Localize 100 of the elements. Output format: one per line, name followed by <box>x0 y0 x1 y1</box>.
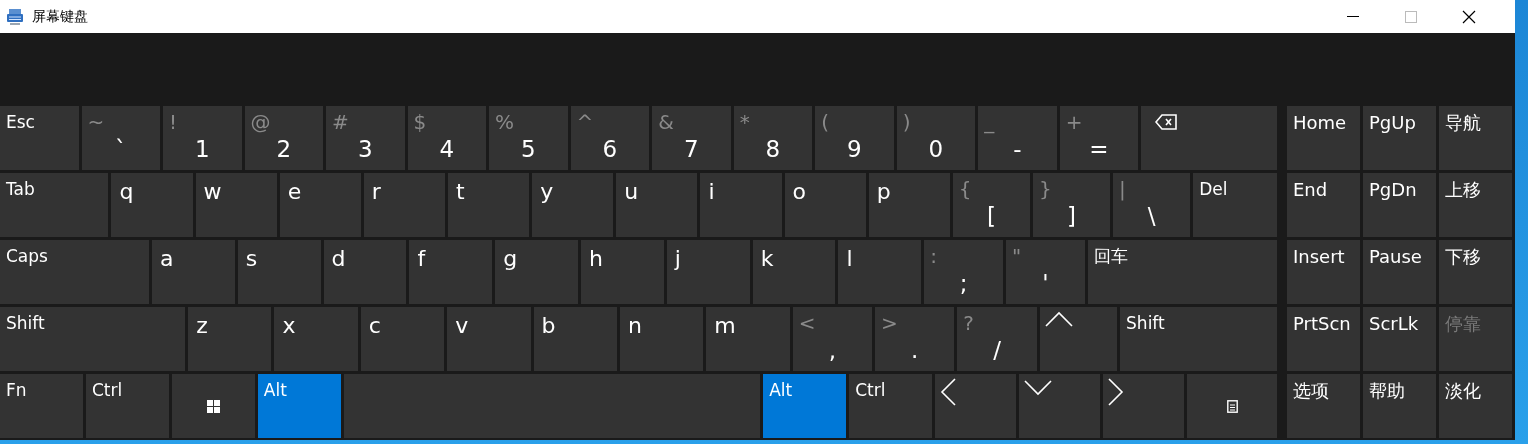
key[interactable]: d <box>323 240 407 304</box>
key[interactable]: j <box>666 240 750 304</box>
key[interactable]: Home <box>1287 106 1360 170</box>
backspace-key[interactable] <box>1141 106 1277 170</box>
key[interactable]: Ctrl <box>85 374 169 438</box>
windows-logo-icon <box>206 399 220 413</box>
key[interactable]: Del <box>1193 173 1277 237</box>
space-key[interactable] <box>343 374 761 438</box>
key[interactable]: 下移 <box>1439 240 1512 304</box>
key[interactable]: 回车 <box>1087 240 1277 304</box>
key-symbol: 2 <box>275 136 293 164</box>
key[interactable]: $ 4 <box>407 106 487 170</box>
menu-key[interactable] <box>1187 374 1278 438</box>
key[interactable]: Ctrl <box>849 374 933 438</box>
shift-symbol: @ <box>250 110 271 134</box>
key[interactable]: % 5 <box>489 106 568 170</box>
shift-symbol: $ <box>413 110 427 134</box>
key[interactable]: p <box>868 173 950 237</box>
key[interactable]: { [ <box>952 173 1030 237</box>
key[interactable]: 导航 <box>1439 106 1512 170</box>
key[interactable]: f <box>409 240 493 304</box>
key[interactable]: Alt <box>763 374 847 438</box>
key[interactable]: * 8 <box>733 106 813 170</box>
key[interactable]: 帮助 <box>1363 374 1436 438</box>
key[interactable]: z <box>188 307 272 371</box>
key-symbol: = <box>1088 136 1110 164</box>
key[interactable]: u <box>616 173 698 237</box>
key[interactable]: m <box>706 307 790 371</box>
key[interactable]: & 7 <box>652 106 731 170</box>
key[interactable]: | \ <box>1113 173 1191 237</box>
key[interactable]: c <box>360 307 445 371</box>
key[interactable]: " ' <box>1006 240 1085 304</box>
key[interactable]: Alt <box>257 374 341 438</box>
key-symbol: ] <box>1066 203 1078 231</box>
key[interactable]: @ 2 <box>244 106 324 170</box>
key[interactable]: 淡化 <box>1439 374 1512 438</box>
key[interactable]: x <box>274 307 358 371</box>
key-symbol: [ <box>985 203 997 231</box>
key[interactable]: t <box>448 173 530 237</box>
key[interactable]: Esc <box>0 106 79 170</box>
key[interactable]: ) 0 <box>896 106 976 170</box>
key[interactable]: ~ ` <box>81 106 161 170</box>
key-symbol: ` <box>114 136 128 164</box>
key[interactable]: q <box>111 173 193 237</box>
key[interactable]: _ - <box>978 106 1057 170</box>
shift-symbol: < <box>798 311 816 335</box>
key-symbol: 7 <box>683 136 700 164</box>
key[interactable]: Fn <box>0 374 83 438</box>
arrow-key[interactable] <box>1019 374 1101 438</box>
key[interactable]: 上移 <box>1439 173 1512 237</box>
key[interactable]: a <box>151 240 235 304</box>
arrow-key[interactable] <box>935 374 1017 438</box>
key[interactable]: i <box>700 173 782 237</box>
key[interactable]: PrtScn <box>1287 307 1360 371</box>
key[interactable]: ( 9 <box>815 106 894 170</box>
windows-key[interactable] <box>171 374 255 438</box>
key[interactable]: > . <box>875 307 955 371</box>
key-symbol: 5 <box>520 136 537 164</box>
key[interactable]: l <box>838 240 922 304</box>
key[interactable]: o <box>784 173 866 237</box>
key[interactable]: < , <box>792 307 872 371</box>
key[interactable]: n <box>619 307 704 371</box>
shift-symbol: : <box>930 244 938 268</box>
arrow-key[interactable] <box>1039 307 1118 371</box>
key[interactable]: Insert <box>1287 240 1360 304</box>
key[interactable]: PgUp <box>1363 106 1436 170</box>
key[interactable]: } ] <box>1032 173 1111 237</box>
key[interactable]: End <box>1287 173 1360 237</box>
key[interactable]: 选项 <box>1287 374 1360 438</box>
key[interactable]: ScrLk <box>1363 307 1436 371</box>
key[interactable]: h <box>581 240 664 304</box>
key[interactable]: Shift <box>0 307 186 371</box>
key[interactable]: Pause <box>1363 240 1436 304</box>
key[interactable]: b <box>533 307 617 371</box>
key[interactable]: # 3 <box>326 106 405 170</box>
key[interactable]: Shift <box>1120 307 1277 371</box>
key[interactable]: ! 1 <box>163 106 242 170</box>
key[interactable]: s <box>237 240 321 304</box>
key[interactable]: Tab <box>0 173 109 237</box>
shift-symbol: > <box>881 311 898 335</box>
shift-symbol: ~ <box>87 110 105 134</box>
close-icon <box>1462 9 1476 24</box>
key[interactable]: r <box>363 173 445 237</box>
key[interactable]: ? / <box>957 307 1037 371</box>
key[interactable]: ^ 6 <box>570 106 650 170</box>
key[interactable]: g <box>495 240 579 304</box>
key[interactable]: y <box>532 173 614 237</box>
shift-symbol: ) <box>902 110 911 134</box>
key-symbol: ' <box>1041 270 1050 298</box>
arrow-key[interactable] <box>1103 374 1184 438</box>
key[interactable]: PgDn <box>1363 173 1436 237</box>
key-symbol: . <box>910 337 920 365</box>
key[interactable]: + = <box>1059 106 1139 170</box>
key[interactable]: Caps <box>0 240 149 304</box>
shift-symbol: } <box>1038 177 1052 201</box>
key[interactable]: w <box>195 173 277 237</box>
key[interactable]: k <box>752 240 836 304</box>
key[interactable]: : ; <box>924 240 1004 304</box>
key[interactable]: e <box>279 173 361 237</box>
key[interactable]: v <box>447 307 531 371</box>
